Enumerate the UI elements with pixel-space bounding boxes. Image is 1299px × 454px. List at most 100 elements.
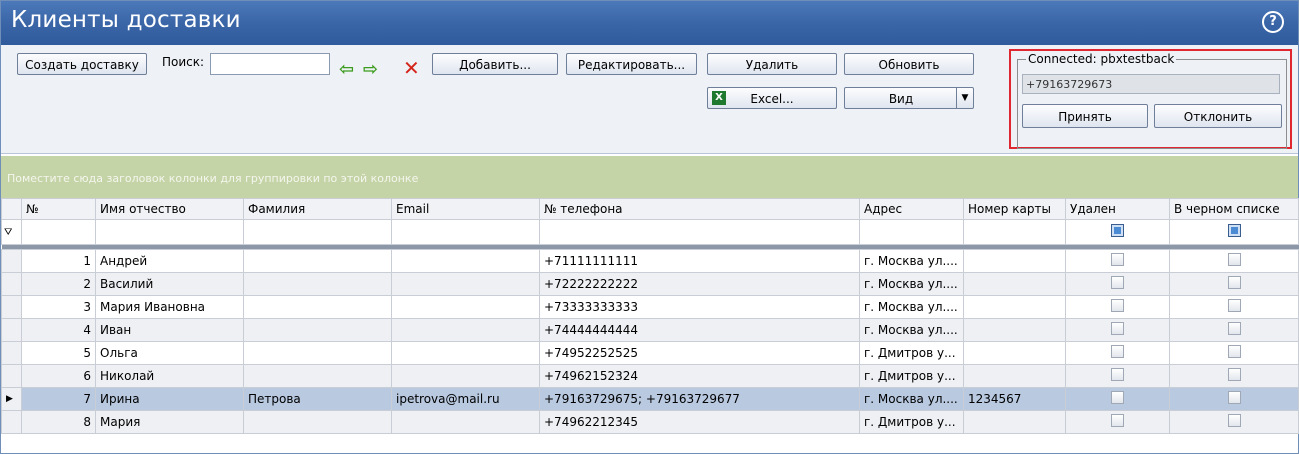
cell-surname bbox=[243, 249, 392, 273]
table-row[interactable]: 3 Мария Ивановна +73333333333 г. Москва … bbox=[1, 295, 1299, 319]
blacklist-checkbox[interactable] bbox=[1169, 364, 1299, 388]
window-title: Клиенты доставки bbox=[11, 7, 241, 33]
current-row-indicator-icon[interactable]: ▶ bbox=[1, 387, 22, 411]
cell-email: ipetrova@mail.ru bbox=[391, 387, 540, 411]
search-input[interactable] bbox=[210, 53, 330, 75]
cell-address: г. Москва ул.... bbox=[859, 318, 964, 342]
chevron-down-icon[interactable]: ▼ bbox=[956, 88, 973, 108]
column-header-address[interactable]: Адрес bbox=[859, 198, 964, 220]
view-dropdown[interactable]: Вид ▼ bbox=[844, 87, 974, 109]
row-indicator[interactable] bbox=[1, 272, 22, 296]
deleted-checkbox[interactable] bbox=[1065, 295, 1170, 319]
filter-cell[interactable] bbox=[95, 219, 244, 245]
table-row[interactable]: 1 Андрей +71111111111 г. Москва ул.... bbox=[1, 249, 1299, 273]
filter-cell[interactable] bbox=[859, 219, 964, 245]
cell-surname bbox=[243, 341, 392, 365]
column-header-email[interactable]: Email bbox=[391, 198, 540, 220]
table-row[interactable]: 4 Иван +74444444444 г. Москва ул.... bbox=[1, 318, 1299, 342]
row-number: 7 bbox=[21, 387, 96, 411]
filter-cell[interactable] bbox=[539, 219, 860, 245]
clear-search-icon[interactable]: ✕ bbox=[403, 56, 420, 80]
blacklist-checkbox[interactable] bbox=[1169, 249, 1299, 273]
filter-blacklist-checkbox[interactable] bbox=[1169, 219, 1299, 245]
blacklist-checkbox[interactable] bbox=[1169, 341, 1299, 365]
column-header-card[interactable]: Номер карты bbox=[963, 198, 1066, 220]
column-header-number[interactable]: № bbox=[21, 198, 96, 220]
view-dropdown-label: Вид bbox=[888, 92, 914, 106]
delivery-clients-window: Клиенты доставки ? Создать доставку Поис… bbox=[0, 0, 1299, 454]
group-by-hint: Поместите сюда заголовок колонки для гру… bbox=[7, 172, 419, 185]
table-row[interactable]: 5 Ольга +74952252525 г. Дмитров у... bbox=[1, 341, 1299, 365]
add-button[interactable]: Добавить... bbox=[432, 53, 558, 75]
cell-phone: +79163729675; +79163729677 bbox=[539, 387, 860, 411]
filter-cell[interactable] bbox=[963, 219, 1066, 245]
row-indicator[interactable] bbox=[1, 318, 22, 342]
deleted-checkbox[interactable] bbox=[1065, 410, 1170, 434]
cell-card bbox=[963, 249, 1066, 273]
cell-address: г. Москва ул.... bbox=[859, 272, 964, 296]
filter-cell[interactable] bbox=[391, 219, 540, 245]
row-number: 3 bbox=[21, 295, 96, 319]
edit-button[interactable]: Редактировать... bbox=[566, 53, 697, 75]
cell-name: Мария bbox=[95, 410, 244, 434]
deleted-checkbox[interactable] bbox=[1065, 272, 1170, 296]
accept-call-button[interactable]: Принять bbox=[1022, 104, 1148, 128]
row-indicator[interactable] bbox=[1, 364, 22, 388]
filter-icon: ⛛ bbox=[1, 219, 22, 245]
filter-deleted-checkbox[interactable] bbox=[1065, 219, 1170, 245]
deleted-checkbox[interactable] bbox=[1065, 364, 1170, 388]
reject-call-button[interactable]: Отклонить bbox=[1154, 104, 1282, 128]
caller-phone-field: +79163729673 bbox=[1022, 74, 1280, 94]
blacklist-checkbox[interactable] bbox=[1169, 272, 1299, 296]
cell-phone: +71111111111 bbox=[539, 249, 860, 273]
cell-name: Мария Ивановна bbox=[95, 295, 244, 319]
blacklist-checkbox[interactable] bbox=[1169, 387, 1299, 411]
find-previous-icon[interactable]: ⇦ bbox=[339, 59, 354, 80]
cell-name: Ольга bbox=[95, 341, 244, 365]
cell-phone: +74962212345 bbox=[539, 410, 860, 434]
deleted-checkbox[interactable] bbox=[1065, 318, 1170, 342]
cell-card bbox=[963, 318, 1066, 342]
row-indicator[interactable] bbox=[1, 341, 22, 365]
create-delivery-button[interactable]: Создать доставку bbox=[17, 53, 147, 75]
cell-email bbox=[391, 341, 540, 365]
row-number: 5 bbox=[21, 341, 96, 365]
row-indicator[interactable] bbox=[1, 295, 22, 319]
cell-phone: +72222222222 bbox=[539, 272, 860, 296]
cell-phone: +74962152324 bbox=[539, 364, 860, 388]
column-header-surname[interactable]: Фамилия bbox=[243, 198, 392, 220]
row-indicator[interactable] bbox=[1, 249, 22, 273]
column-header-blacklist[interactable]: В черном списке bbox=[1169, 198, 1299, 220]
excel-export-button[interactable]: X Excel... bbox=[707, 87, 837, 109]
delete-button[interactable]: Удалить bbox=[707, 53, 837, 75]
blacklist-checkbox[interactable] bbox=[1169, 318, 1299, 342]
cell-phone: +73333333333 bbox=[539, 295, 860, 319]
table-row[interactable]: 2 Василий +72222222222 г. Москва ул.... bbox=[1, 272, 1299, 296]
filter-cell[interactable] bbox=[21, 219, 96, 245]
column-header-phone[interactable]: № телефона bbox=[539, 198, 860, 220]
row-indicator[interactable] bbox=[1, 410, 22, 434]
table-row[interactable]: 6 Николай +74962152324 г. Дмитров у... bbox=[1, 364, 1299, 388]
cell-phone: +74444444444 bbox=[539, 318, 860, 342]
table-row-selected[interactable]: ▶ 7 Ирина Петрова ipetrova@mail.ru +7916… bbox=[1, 387, 1299, 411]
cell-surname bbox=[243, 364, 392, 388]
find-next-icon[interactable]: ⇨ bbox=[363, 59, 378, 80]
blacklist-checkbox[interactable] bbox=[1169, 410, 1299, 434]
clients-table: № Имя отчество Фамилия Email № телефона … bbox=[1, 198, 1299, 434]
deleted-checkbox[interactable] bbox=[1065, 249, 1170, 273]
cell-name: Иван bbox=[95, 318, 244, 342]
column-header-name[interactable]: Имя отчество bbox=[95, 198, 244, 220]
cell-address: г. Москва ул.... bbox=[859, 295, 964, 319]
search-label: Поиск: bbox=[162, 55, 205, 69]
table-row[interactable]: 8 Мария +74962212345 г. Дмитров у... bbox=[1, 410, 1299, 434]
refresh-button[interactable]: Обновить bbox=[844, 53, 974, 75]
blacklist-checkbox[interactable] bbox=[1169, 295, 1299, 319]
filter-cell[interactable] bbox=[243, 219, 392, 245]
column-header-deleted[interactable]: Удален bbox=[1065, 198, 1170, 220]
cell-card bbox=[963, 295, 1066, 319]
deleted-checkbox[interactable] bbox=[1065, 341, 1170, 365]
help-icon[interactable]: ? bbox=[1262, 11, 1284, 33]
deleted-checkbox[interactable] bbox=[1065, 387, 1170, 411]
cell-card: 1234567 bbox=[963, 387, 1066, 411]
group-by-panel[interactable]: Поместите сюда заголовок колонки для гру… bbox=[1, 156, 1298, 198]
